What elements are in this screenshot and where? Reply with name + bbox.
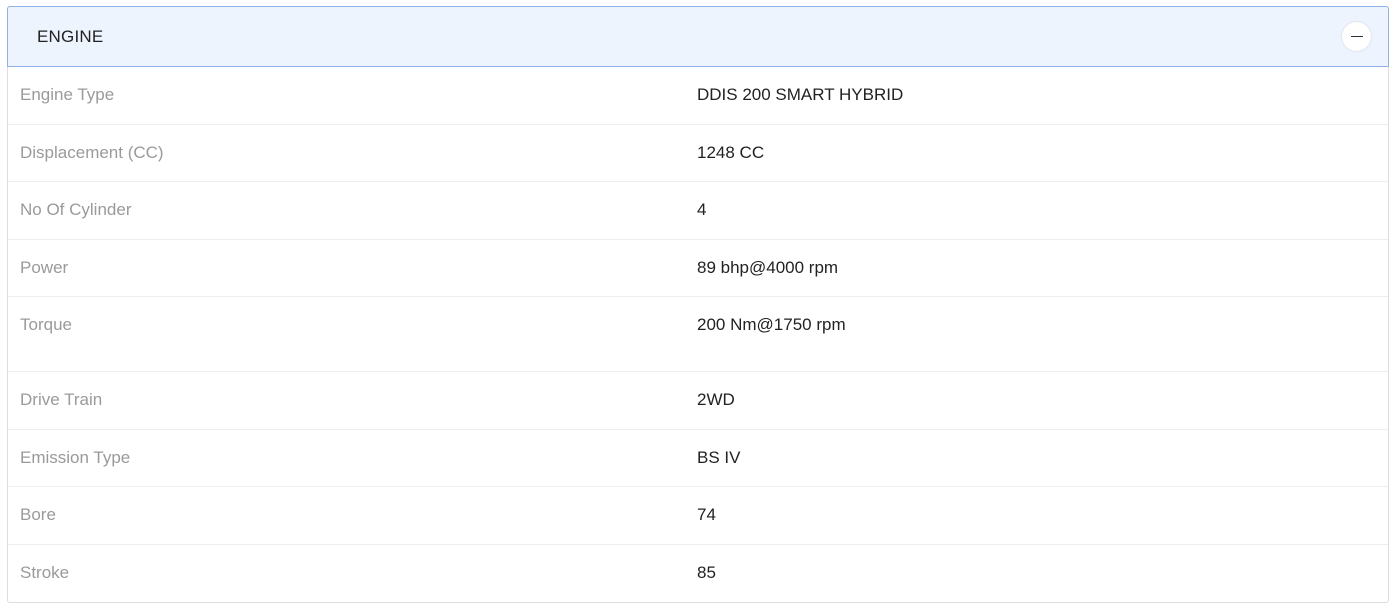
spec-row-power: Power 89 bhp@4000 rpm bbox=[8, 240, 1388, 297]
spec-value: 1248 CC bbox=[697, 142, 765, 162]
minus-icon bbox=[1350, 35, 1363, 38]
spec-label: Displacement (CC) bbox=[20, 142, 164, 162]
spec-label: Drive Train bbox=[20, 390, 103, 410]
spec-row-cylinders: No Of Cylinder 4 bbox=[8, 182, 1388, 240]
spec-row-bore: Bore 74 bbox=[8, 487, 1388, 545]
spec-value: BS IV bbox=[697, 447, 741, 467]
collapse-button[interactable] bbox=[1342, 22, 1371, 51]
spec-value: 74 bbox=[697, 505, 716, 525]
spec-value: 200 Nm@1750 rpm bbox=[697, 315, 846, 334]
spec-table: Engine Type DDIS 200 SMART HYBRID Displa… bbox=[8, 67, 1388, 602]
spec-value: DDIS 200 SMART HYBRID bbox=[697, 85, 904, 105]
spec-row-emission-type: Emission Type BS IV bbox=[8, 430, 1388, 487]
spec-row-torque: Torque 200 Nm@1750 rpm bbox=[8, 297, 1388, 372]
spec-label: No Of Cylinder bbox=[20, 200, 132, 220]
spec-row-displacement: Displacement (CC) 1248 CC bbox=[8, 125, 1388, 182]
spec-value: 4 bbox=[697, 200, 707, 220]
spec-label: Power bbox=[20, 257, 69, 277]
engine-spec-panel: ENGINE Engine Type DDIS 200 SMART HYBRID… bbox=[7, 6, 1389, 603]
spec-value: 2WD bbox=[697, 390, 735, 410]
spec-label: Engine Type bbox=[20, 85, 115, 105]
spec-label: Bore bbox=[20, 505, 56, 525]
spec-value: 89 bhp@4000 rpm bbox=[697, 257, 839, 277]
spec-row-stroke: Stroke 85 bbox=[8, 545, 1388, 603]
spec-label: Torque bbox=[20, 315, 72, 334]
spec-row-engine-type: Engine Type DDIS 200 SMART HYBRID bbox=[8, 67, 1388, 125]
spec-label: Stroke bbox=[20, 563, 70, 583]
spec-value: 85 bbox=[697, 563, 716, 583]
spec-row-drive-train: Drive Train 2WD bbox=[8, 372, 1388, 430]
panel-title: ENGINE bbox=[37, 26, 104, 46]
spec-label: Emission Type bbox=[20, 447, 131, 467]
panel-header[interactable]: ENGINE bbox=[7, 6, 1389, 67]
